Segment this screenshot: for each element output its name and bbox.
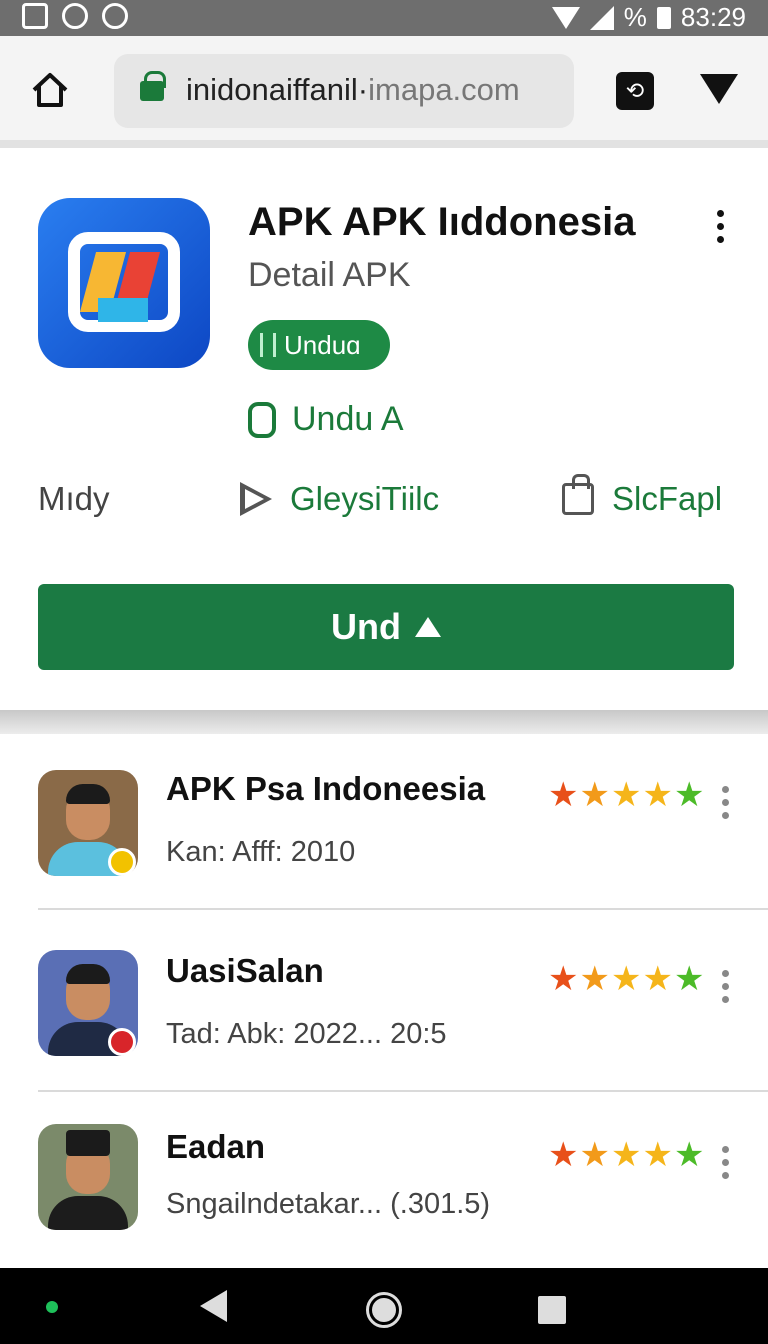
- badge-icon: [108, 848, 136, 876]
- more-options-icon[interactable]: [722, 1146, 730, 1185]
- star-icon: ★: [579, 1136, 610, 1174]
- play-icon: [240, 482, 272, 516]
- battery-icon: [656, 6, 671, 29]
- stat-item-2[interactable]: GleysiTiilc: [240, 480, 439, 518]
- star-icon: ★: [610, 776, 642, 814]
- stat-label: Mıdy: [38, 480, 110, 517]
- list-item-title: Eadan: [166, 1128, 266, 1165]
- star-icon: ★: [673, 960, 705, 998]
- list-item[interactable]: Eadan Sngailndetakar... (.301.5) ★ ★ ★ ★ ★: [0, 1092, 768, 1268]
- lock-icon: [140, 71, 166, 101]
- signal-icon: [589, 5, 614, 30]
- audio-wave-icon: [260, 333, 276, 357]
- rating-stars: ★ ★ ★ ★ ★: [548, 1138, 704, 1172]
- download-chip-label: Unduɑ: [284, 329, 361, 360]
- avatar: [38, 1124, 138, 1230]
- url-domain: inidonaiffanil·: [186, 72, 369, 107]
- more-options-icon[interactable]: [722, 970, 730, 1009]
- image-icon: [22, 3, 48, 29]
- recent-apps-icon[interactable]: [538, 1296, 566, 1324]
- star-icon: ★: [579, 960, 610, 998]
- url-suffix: imapa.com: [368, 72, 520, 107]
- rating-stars: ★ ★ ★ ★ ★: [548, 962, 704, 996]
- phone-icon: [248, 401, 276, 438]
- status-bar: % 83:29: [0, 0, 768, 36]
- list-item-title: UasiSalan: [166, 952, 324, 989]
- list-item[interactable]: UasiSalan Tad: Abk: 2022... 20:5 ★ ★ ★ ★ ★: [0, 916, 768, 1092]
- list-item-title: APK Psa Indoneesia: [166, 770, 486, 807]
- app-logo-icon: [38, 198, 210, 368]
- app-list: APK Psa Indoneesia Kan: Afff: 2010 ★ ★ ★ ★ ★…: [0, 734, 768, 1268]
- download-chip[interactable]: Unduɑ: [248, 320, 390, 370]
- battery-percent: %: [623, 2, 647, 32]
- status-icons-right: % 83:29: [551, 2, 746, 33]
- star-icon: ★: [673, 776, 705, 814]
- unduh-link[interactable]: Undu A: [248, 400, 404, 439]
- rating-stars: ★ ★ ★ ★ ★: [548, 778, 704, 812]
- divider: [38, 908, 768, 910]
- star-icon: ★: [642, 776, 673, 814]
- star-icon: ★: [579, 776, 610, 814]
- star-icon: ★: [610, 1136, 642, 1174]
- logo-shape: [98, 298, 148, 322]
- location-icon: [102, 3, 128, 29]
- list-item-subtitle: Sngailndetakar... (.301.5): [166, 1188, 491, 1220]
- browser-toolbar: inidonaiffanil·imapa.com ⟲: [0, 36, 768, 148]
- list-item-subtitle: Kan: Afff: 2010: [166, 836, 356, 868]
- link-icon[interactable]: ⟲: [616, 72, 654, 110]
- stat-label: GleysiTiilc: [290, 480, 440, 517]
- back-icon[interactable]: [200, 1290, 227, 1322]
- download-icon[interactable]: [700, 74, 738, 104]
- home-circle-icon[interactable]: [366, 1292, 402, 1328]
- more-options-icon[interactable]: [716, 210, 726, 244]
- wifi-icon: [551, 6, 580, 29]
- list-item-subtitle: Tad: Abk: 2022... 20:5: [166, 1018, 447, 1050]
- stat-item-1: Mıdy: [38, 480, 110, 518]
- system-nav-bar: [0, 1268, 768, 1344]
- star-icon: ★: [548, 776, 579, 814]
- download-button-label: Und: [331, 606, 401, 647]
- star-icon: ★: [642, 1136, 673, 1174]
- app-subtitle: Detail APK: [248, 256, 411, 294]
- star-icon: ★: [673, 1136, 705, 1174]
- stat-item-3[interactable]: SlcFapl: [562, 474, 723, 518]
- section-divider: [0, 710, 768, 734]
- home-icon[interactable]: [30, 70, 70, 110]
- url-text[interactable]: inidonaiffanil·imapa.com: [186, 72, 520, 108]
- status-icons-left: [22, 3, 128, 29]
- sync-icon: [62, 3, 88, 29]
- star-icon: ★: [548, 960, 579, 998]
- shopping-bag-icon: [562, 474, 594, 515]
- more-options-icon[interactable]: [722, 786, 730, 825]
- star-icon: ★: [642, 960, 673, 998]
- upload-arrow-icon: [414, 617, 441, 637]
- clock: 83:29: [680, 2, 746, 32]
- indicator-dot-icon: [46, 1301, 58, 1313]
- stat-label: SlcFapl: [612, 480, 723, 517]
- app-title: APK APK Iıddonesia: [248, 200, 636, 244]
- app-header-card: APK APK Iıddonesia Detail APK Unduɑ Undu…: [0, 156, 768, 710]
- unduh-label: Undu A: [292, 400, 404, 438]
- download-button[interactable]: Und: [38, 584, 734, 670]
- address-bar[interactable]: inidonaiffanil·imapa.com: [114, 54, 574, 128]
- badge-icon: [108, 1028, 136, 1056]
- star-icon: ★: [610, 960, 642, 998]
- star-icon: ★: [548, 1136, 579, 1174]
- list-item[interactable]: APK Psa Indoneesia Kan: Afff: 2010 ★ ★ ★ ★ ★: [0, 734, 768, 910]
